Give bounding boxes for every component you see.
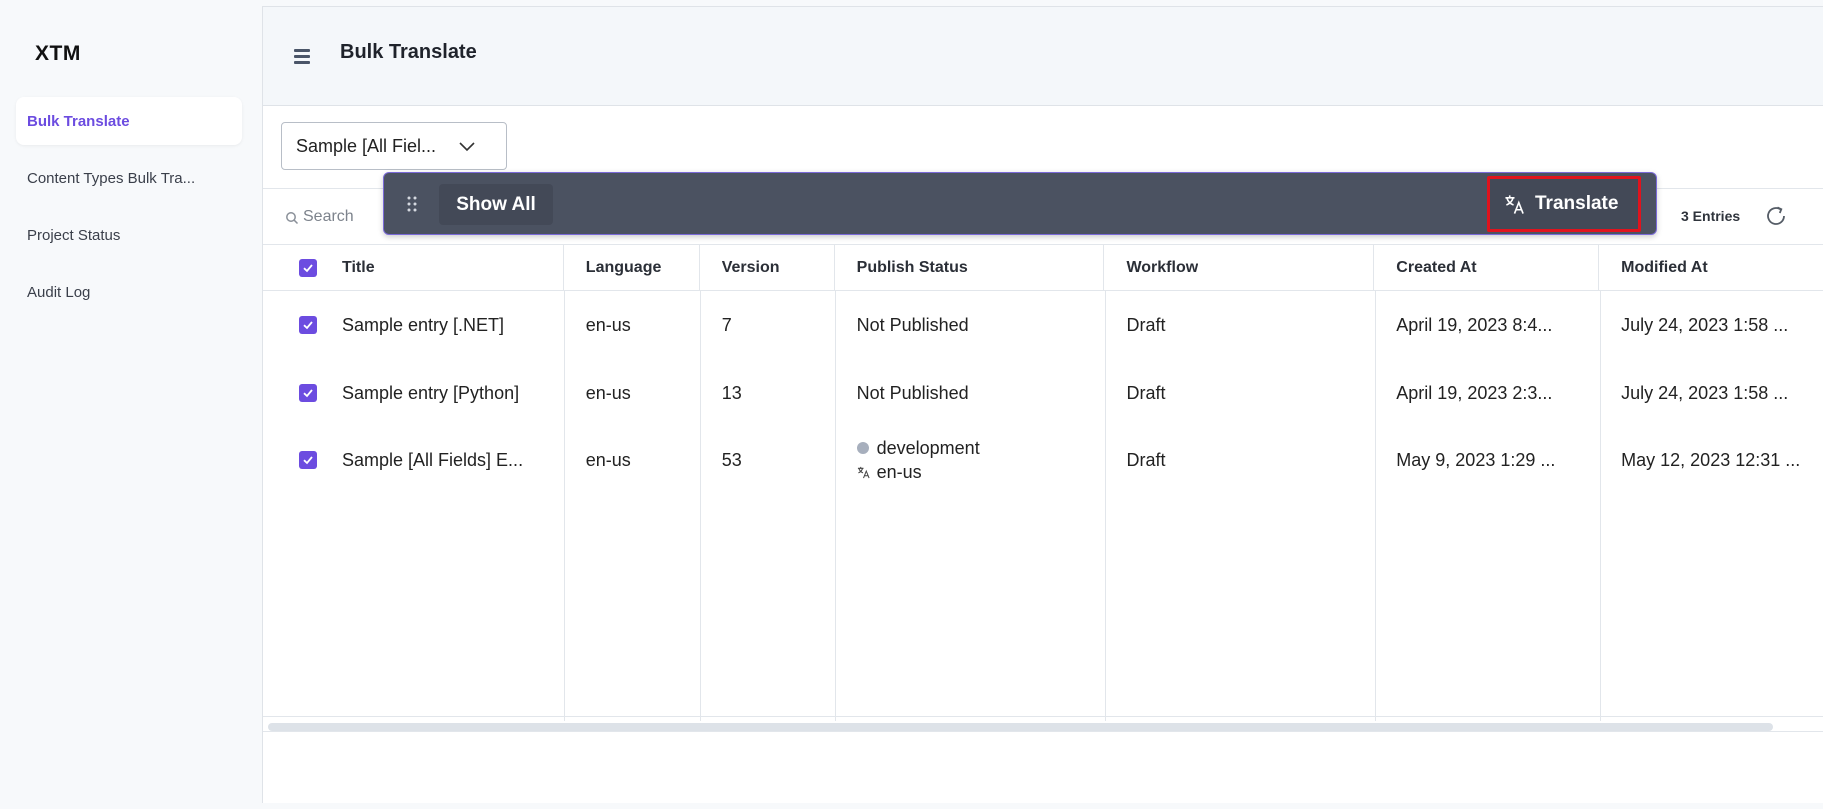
- column-divider: [1375, 291, 1376, 721]
- column-label: Publish Status: [856, 258, 968, 276]
- column-divider: [1600, 291, 1601, 721]
- cell-title: Sample entry [.NET]: [342, 314, 505, 335]
- status-dot-icon: [856, 442, 869, 454]
- cell-version: 7: [721, 314, 732, 335]
- row-checkbox[interactable]: [299, 384, 317, 402]
- cell-created-at: April 19, 2023 8:4...: [1396, 314, 1553, 335]
- search-icon: [286, 212, 299, 225]
- column-label: Version: [721, 258, 780, 276]
- table-body: Sample entry [.NET] en-us 7 Not Publishe…: [263, 291, 1823, 721]
- cell-language: en-us: [585, 314, 631, 335]
- translate-button-label: Translate: [1535, 193, 1619, 214]
- table-row[interactable]: Sample [All Fields] E... en-us 53 develo…: [263, 436, 1823, 484]
- cell-version: 53: [721, 449, 742, 470]
- translate-button[interactable]: Translate: [1487, 176, 1641, 232]
- page-title: Bulk Translate: [340, 41, 477, 63]
- app-logo: XTM: [35, 42, 81, 65]
- cell-publish-status: Not Published: [856, 314, 969, 335]
- column-divider: [700, 291, 701, 721]
- sidebar-item-content-types-bulk-translate[interactable]: Content Types Bulk Tra...: [16, 154, 242, 202]
- cell-language: en-us: [585, 449, 631, 470]
- content-type-select-value: Sample [All Fiel...: [296, 135, 437, 156]
- column-label: Workflow: [1126, 258, 1199, 276]
- translate-icon: [857, 466, 870, 478]
- table-bottom-border: [263, 716, 1823, 717]
- sidebar-item-audit-log[interactable]: Audit Log: [16, 268, 242, 316]
- sidebar-nav: Bulk Translate Content Types Bulk Tra...…: [16, 97, 242, 325]
- checkmark-icon: [303, 263, 313, 272]
- publish-env-status: development: [856, 436, 980, 460]
- column-divider: [1105, 291, 1106, 721]
- column-header-publish-status: Publish Status: [835, 245, 1105, 290]
- publish-locale-status: en-us: [857, 460, 922, 484]
- cell-language: en-us: [585, 382, 631, 403]
- main-panel: Bulk Translate Sample [All Fiel... 3 Ent…: [262, 6, 1823, 803]
- row-checkbox[interactable]: [299, 451, 317, 469]
- table-row[interactable]: Sample entry [.NET] en-us 7 Not Publishe…: [263, 301, 1823, 349]
- cell-created-at: May 9, 2023 1:29 ...: [1396, 449, 1556, 470]
- sidebar: XTM Bulk Translate Content Types Bulk Tr…: [0, 0, 262, 809]
- cell-workflow: Draft: [1126, 449, 1166, 470]
- cell-title: Sample entry [Python]: [342, 382, 520, 403]
- show-all-button[interactable]: Show All: [439, 184, 553, 225]
- column-header-modified-at: Modified At: [1599, 245, 1823, 290]
- publish-env-label: development: [876, 437, 980, 458]
- refresh-icon[interactable]: [1763, 203, 1789, 229]
- table-row[interactable]: Sample entry [Python] en-us 13 Not Publi…: [263, 369, 1823, 417]
- content-type-select[interactable]: Sample [All Fiel...: [281, 122, 507, 170]
- column-header-language: Language: [564, 245, 700, 290]
- bulk-action-bar: Show All Translate: [383, 172, 1657, 235]
- cell-modified-at: July 24, 2023 1:58 ...: [1621, 314, 1789, 335]
- hamburger-menu-icon[interactable]: [294, 49, 310, 64]
- cell-created-at: April 19, 2023 2:3...: [1396, 382, 1553, 403]
- footer-divider: [263, 731, 1823, 732]
- column-divider: [564, 291, 565, 721]
- translate-icon: [1505, 194, 1524, 214]
- checkmark-icon: [303, 321, 313, 330]
- publish-locale-label: en-us: [876, 461, 922, 482]
- chevron-down-icon: [459, 142, 475, 152]
- cell-version: 13: [721, 382, 742, 403]
- sidebar-item-project-status[interactable]: Project Status: [16, 211, 242, 259]
- column-label: Modified At: [1621, 258, 1708, 276]
- select-all-checkbox[interactable]: [299, 258, 317, 277]
- column-header-created-at: Created At: [1374, 245, 1600, 290]
- cell-workflow: Draft: [1126, 314, 1166, 335]
- column-header-version: Version: [700, 245, 835, 290]
- column-label: Title: [342, 258, 375, 276]
- cell-title: Sample [All Fields] E...: [342, 449, 524, 470]
- cell-publish-status: Not Published: [856, 382, 969, 403]
- entries-count: 3 Entries: [1681, 208, 1741, 224]
- column-label: Created At: [1396, 258, 1477, 276]
- column-header-workflow: Workflow: [1104, 245, 1375, 290]
- checkmark-icon: [303, 389, 313, 398]
- drag-handle-icon[interactable]: [406, 195, 418, 213]
- column-header-title: Title: [263, 245, 564, 290]
- page-header: Bulk Translate: [263, 7, 1823, 106]
- checkmark-icon: [303, 456, 313, 465]
- entries-table: Title Language Version Publish Status Wo…: [263, 245, 1823, 721]
- column-divider: [835, 291, 836, 721]
- cell-workflow: Draft: [1126, 382, 1166, 403]
- column-label: Language: [585, 258, 662, 276]
- cell-modified-at: July 24, 2023 1:58 ...: [1621, 382, 1789, 403]
- sidebar-item-bulk-translate[interactable]: Bulk Translate: [16, 97, 242, 145]
- row-checkbox[interactable]: [299, 316, 317, 334]
- horizontal-scrollbar[interactable]: [268, 723, 1773, 731]
- table-header: Title Language Version Publish Status Wo…: [263, 245, 1823, 291]
- cell-modified-at: May 12, 2023 12:31 ...: [1621, 449, 1801, 470]
- cell-publish-status: development en-us: [835, 436, 1105, 484]
